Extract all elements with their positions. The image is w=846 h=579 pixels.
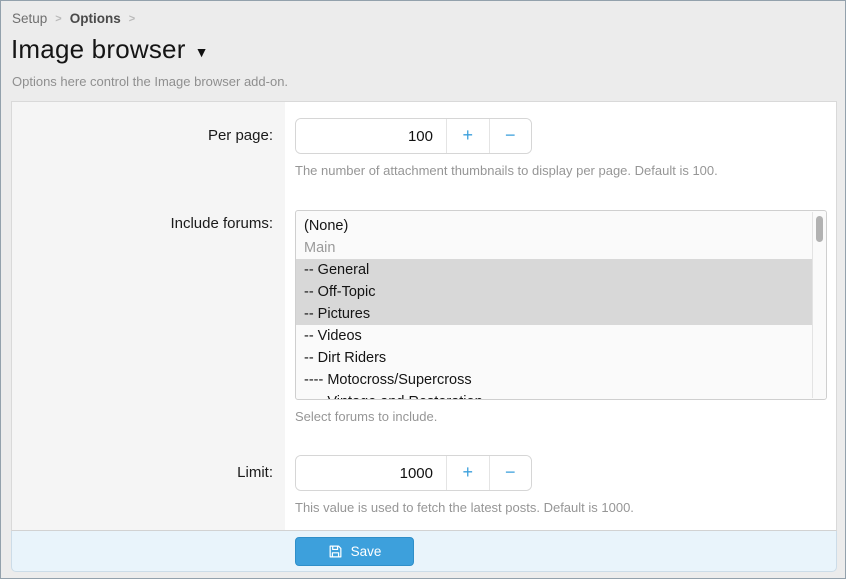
breadcrumb-options[interactable]: Options: [70, 11, 121, 26]
title-dropdown-caret-icon[interactable]: ▼: [195, 40, 209, 60]
breadcrumb-separator-icon: >: [55, 13, 61, 25]
forum-option[interactable]: -- Off-Topic: [296, 281, 812, 303]
breadcrumb-setup[interactable]: Setup: [12, 11, 47, 26]
include-forums-hint: Select forums to include.: [295, 408, 827, 425]
options-page: Setup > Options > Image browser ▼ Option…: [0, 0, 846, 579]
include-forums-label: Include forums:: [12, 201, 285, 441]
limit-hint: This value is used to fetch the latest p…: [295, 499, 827, 516]
per-page-decrement-button[interactable]: −: [489, 119, 532, 153]
save-button-label: Save: [351, 544, 382, 559]
options-panel: Per page: + − The number of attachment t…: [11, 101, 837, 572]
page-description: Options here control the Image browser a…: [12, 74, 288, 89]
limit-increment-button[interactable]: +: [446, 456, 489, 490]
forum-option[interactable]: -- Pictures: [296, 303, 812, 325]
select-scrollbar[interactable]: [812, 212, 826, 398]
limit-input[interactable]: [296, 456, 446, 490]
form-footer: Save: [11, 531, 837, 572]
limit-label: Limit:: [12, 441, 285, 530]
per-page-row: Per page: + − The number of attachment t…: [12, 102, 836, 201]
forum-option[interactable]: -- Videos: [296, 325, 812, 347]
limit-row: Limit: + − This value is used to fetch t…: [12, 441, 836, 530]
include-forums-row: Include forums: (None)Main-- General-- O…: [12, 201, 836, 441]
page-title: Image browser: [11, 34, 186, 65]
per-page-input[interactable]: [296, 119, 446, 153]
forum-option[interactable]: (None): [296, 215, 812, 237]
limit-spinner: + −: [295, 455, 532, 491]
per-page-label: Per page:: [12, 102, 285, 201]
forum-option[interactable]: ---- Vintage and Restoration: [296, 391, 812, 400]
select-scrollbar-thumb[interactable]: [816, 216, 823, 242]
breadcrumb-separator-icon: >: [129, 13, 135, 25]
forum-option[interactable]: Main: [296, 237, 812, 259]
include-forums-select[interactable]: (None)Main-- General-- Off-Topic-- Pictu…: [295, 210, 827, 400]
forum-option[interactable]: ---- Motocross/Supercross: [296, 369, 812, 391]
per-page-spinner: + −: [295, 118, 532, 154]
save-button[interactable]: Save: [295, 537, 414, 566]
breadcrumb: Setup > Options >: [12, 11, 135, 26]
per-page-hint: The number of attachment thumbnails to d…: [295, 162, 827, 179]
forum-option[interactable]: -- Dirt Riders: [296, 347, 812, 369]
forum-option[interactable]: -- General: [296, 259, 812, 281]
limit-decrement-button[interactable]: −: [489, 456, 532, 490]
per-page-increment-button[interactable]: +: [446, 119, 489, 153]
save-floppy-icon: [328, 544, 343, 559]
